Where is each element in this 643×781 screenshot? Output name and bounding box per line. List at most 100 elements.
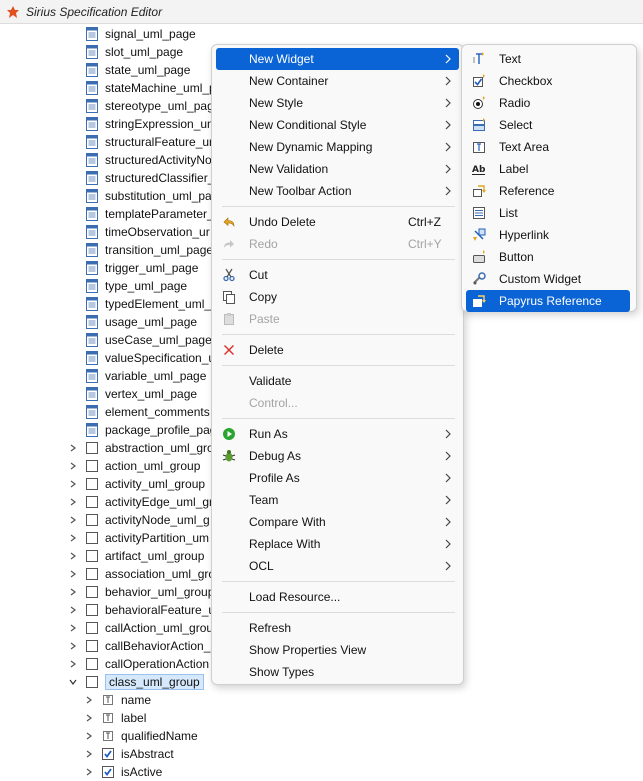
menu-item-redo[interactable]: Redo Ctrl+Y bbox=[216, 233, 459, 255]
menu-item-cut[interactable]: Cut bbox=[216, 264, 459, 286]
expand-toggle[interactable] bbox=[68, 565, 78, 583]
group-icon bbox=[86, 550, 98, 562]
menu-item-team[interactable]: Team bbox=[216, 489, 459, 511]
menu-item-show-types[interactable]: Show Types bbox=[216, 661, 459, 683]
menu-item-undo-delete[interactable]: Undo Delete Ctrl+Z bbox=[216, 211, 459, 233]
menu-item-compare-with[interactable]: Compare With bbox=[216, 511, 459, 533]
page-icon bbox=[86, 225, 98, 239]
submenu-item-checkbox[interactable]: Checkbox bbox=[466, 70, 630, 92]
menu-item-new-dynamic-mapping[interactable]: New Dynamic Mapping bbox=[216, 136, 459, 158]
page-icon bbox=[86, 351, 98, 365]
menu-item-new-widget[interactable]: New Widget bbox=[216, 48, 459, 70]
menu-item-profile-as[interactable]: Profile As bbox=[216, 467, 459, 489]
tree-item-label: action_uml_group bbox=[105, 459, 201, 473]
tree-item-label: state_uml_page bbox=[105, 63, 191, 77]
tree-item-label: useCase_uml_page bbox=[105, 333, 212, 347]
submenu-item-text[interactable]: Text bbox=[466, 48, 630, 70]
submenu-item-list[interactable]: List bbox=[466, 202, 630, 224]
expand-toggle[interactable] bbox=[68, 493, 78, 511]
chevron-right-icon bbox=[86, 768, 92, 776]
menu-item-debug-as[interactable]: Debug As bbox=[216, 445, 459, 467]
page-icon bbox=[86, 369, 98, 383]
group-icon bbox=[86, 442, 98, 454]
page-icon bbox=[86, 27, 98, 41]
submenu-arrow-icon bbox=[445, 76, 451, 86]
expand-toggle[interactable] bbox=[68, 637, 78, 655]
menu-item-paste[interactable]: Paste bbox=[216, 308, 459, 330]
expand-toggle[interactable] bbox=[68, 547, 78, 565]
expand-toggle[interactable] bbox=[84, 727, 94, 745]
expand-toggle[interactable] bbox=[68, 475, 78, 493]
expand-toggle[interactable] bbox=[68, 655, 78, 673]
menu-item-label: Delete bbox=[249, 343, 284, 357]
submenu-item-text-area[interactable]: Text Area bbox=[466, 136, 630, 158]
page-icon bbox=[86, 243, 98, 257]
submenu-item-select[interactable]: Select bbox=[466, 114, 630, 136]
submenu-item-papyrus-reference[interactable]: Papyrus Reference bbox=[466, 290, 630, 312]
tree-item-widget[interactable]: qualifiedName bbox=[0, 727, 643, 745]
expand-toggle[interactable] bbox=[84, 745, 94, 763]
tree-item-label: element_comments bbox=[105, 405, 210, 419]
tree-item-label: activity_uml_group bbox=[105, 477, 206, 491]
expand-toggle[interactable] bbox=[84, 691, 94, 709]
page-icon bbox=[86, 423, 98, 437]
tree-item-widget[interactable]: isActive bbox=[0, 763, 643, 781]
page-icon bbox=[86, 117, 98, 131]
expand-toggle[interactable] bbox=[68, 619, 78, 637]
menu-item-new-conditional-style[interactable]: New Conditional Style bbox=[216, 114, 459, 136]
chevron-right-icon bbox=[70, 570, 76, 578]
tree-item-widget[interactable]: label bbox=[0, 709, 643, 727]
expand-toggle[interactable] bbox=[68, 583, 78, 601]
reference-widget-icon bbox=[473, 185, 486, 197]
submenu-arrow-icon bbox=[445, 186, 451, 196]
tree-item-widget[interactable]: isAbstract bbox=[0, 745, 643, 763]
chevron-right-icon bbox=[70, 588, 76, 596]
menu-item-load-resource[interactable]: Load Resource... bbox=[216, 586, 459, 608]
expand-toggle[interactable] bbox=[68, 439, 78, 457]
menu-item-ocl[interactable]: OCL bbox=[216, 555, 459, 577]
menu-item-new-validation[interactable]: New Validation bbox=[216, 158, 459, 180]
submenu-item-label[interactable]: Ab Label bbox=[466, 158, 630, 180]
title-bar: Sirius Specification Editor bbox=[0, 0, 643, 24]
text-widget-icon bbox=[473, 52, 484, 64]
page-icon bbox=[86, 315, 98, 329]
submenu-arrow-icon bbox=[445, 539, 451, 549]
tree-item-label: valueSpecification_u bbox=[105, 351, 216, 365]
expand-toggle[interactable] bbox=[84, 763, 94, 781]
page-icon bbox=[86, 297, 98, 311]
tree-item-label: stateMachine_uml_p bbox=[105, 81, 216, 95]
submenu-item-button[interactable]: Button bbox=[466, 246, 630, 268]
expand-toggle[interactable] bbox=[68, 529, 78, 547]
group-icon bbox=[86, 460, 98, 472]
submenu-item-hyperlink[interactable]: Hyperlink bbox=[466, 224, 630, 246]
group-icon bbox=[86, 532, 98, 544]
menu-item-new-toolbar-action[interactable]: New Toolbar Action bbox=[216, 180, 459, 202]
menu-item-new-container[interactable]: New Container bbox=[216, 70, 459, 92]
menu-item-new-style[interactable]: New Style bbox=[216, 92, 459, 114]
expand-toggle[interactable] bbox=[84, 709, 94, 727]
submenu-item-label: Label bbox=[499, 162, 529, 176]
list-widget-icon bbox=[473, 207, 485, 219]
menu-item-label: Cut bbox=[249, 268, 268, 282]
expand-toggle-open[interactable] bbox=[68, 673, 78, 691]
page-icon bbox=[86, 387, 98, 401]
menu-item-refresh[interactable]: Refresh bbox=[216, 617, 459, 639]
expand-toggle[interactable] bbox=[68, 511, 78, 529]
expand-toggle[interactable] bbox=[68, 601, 78, 619]
menu-item-replace-with[interactable]: Replace With bbox=[216, 533, 459, 555]
menu-item-run-as[interactable]: Run As bbox=[216, 423, 459, 445]
menu-item-show-properties-view[interactable]: Show Properties View bbox=[216, 639, 459, 661]
submenu-item-reference[interactable]: Reference bbox=[466, 180, 630, 202]
submenu-item-custom-widget[interactable]: Custom Widget bbox=[466, 268, 630, 290]
submenu-item-radio[interactable]: Radio bbox=[466, 92, 630, 114]
page-icon bbox=[86, 189, 98, 203]
tree-item-page[interactable]: signal_uml_page bbox=[0, 25, 643, 43]
tree-item-label: typedElement_uml_ bbox=[105, 297, 212, 311]
menu-item-control[interactable]: Control... bbox=[216, 392, 459, 414]
debug-icon bbox=[222, 450, 236, 462]
menu-item-delete[interactable]: Delete bbox=[216, 339, 459, 361]
menu-item-copy[interactable]: Copy bbox=[216, 286, 459, 308]
expand-toggle[interactable] bbox=[68, 457, 78, 475]
menu-item-validate[interactable]: Validate bbox=[216, 370, 459, 392]
tree-item-widget[interactable]: name bbox=[0, 691, 643, 709]
